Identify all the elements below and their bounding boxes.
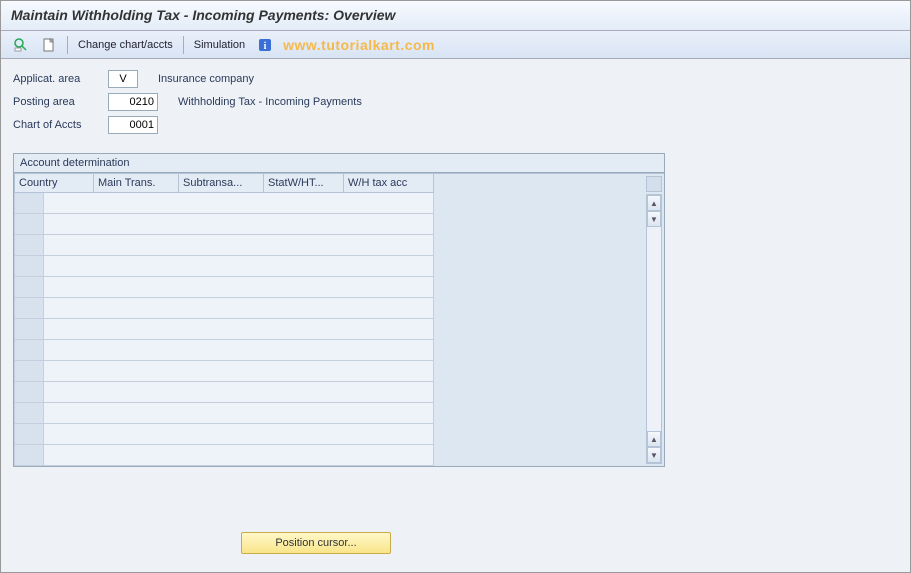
table-cell[interactable]	[44, 445, 434, 466]
row-selector[interactable]	[14, 256, 44, 277]
posting-area-label: Posting area	[13, 96, 108, 108]
table-cell[interactable]	[44, 382, 434, 403]
chart-accts-label: Chart of Accts	[13, 119, 108, 131]
table-header-row: CountryMain Trans.Subtransa...StatW/HT..…	[14, 173, 434, 193]
account-determination-panel: Account determination CountryMain Trans.…	[13, 153, 665, 467]
table-cell[interactable]	[44, 424, 434, 445]
info-icon-button[interactable]: i	[253, 35, 277, 55]
create-icon-button[interactable]	[37, 35, 61, 55]
table-row[interactable]	[14, 193, 434, 214]
table-row[interactable]	[14, 256, 434, 277]
chart-accts-input[interactable]	[108, 116, 158, 134]
table-row[interactable]	[14, 298, 434, 319]
svg-text:i: i	[264, 41, 267, 52]
applicat-area-input[interactable]	[108, 70, 138, 88]
triangle-down-icon: ▼	[650, 215, 658, 224]
table-row[interactable]	[14, 319, 434, 340]
table-row[interactable]	[14, 235, 434, 256]
simulation-button[interactable]: Simulation	[190, 35, 249, 55]
row-selector[interactable]	[14, 277, 44, 298]
row-selector[interactable]	[14, 445, 44, 466]
table-row[interactable]	[14, 214, 434, 235]
posting-area-input[interactable]	[108, 93, 158, 111]
table-cell[interactable]	[44, 214, 434, 235]
toolbar-separator	[67, 36, 68, 54]
column-header[interactable]: Main Trans.	[94, 173, 179, 193]
table-cell[interactable]	[44, 277, 434, 298]
table-cell[interactable]	[44, 319, 434, 340]
triangle-up-icon: ▲	[650, 199, 658, 208]
applicat-area-label: Applicat. area	[13, 73, 108, 85]
table-row[interactable]	[14, 403, 434, 424]
table-row[interactable]	[14, 445, 434, 466]
scroll-up-button[interactable]: ▲	[647, 195, 661, 211]
content-area: Applicat. area Insurance company Posting…	[1, 59, 910, 572]
row-selector[interactable]	[14, 235, 44, 256]
row-selector[interactable]	[14, 298, 44, 319]
details-icon-button[interactable]	[9, 35, 33, 55]
scroll-track	[647, 227, 661, 431]
table-area: CountryMain Trans.Subtransa...StatW/HT..…	[14, 173, 434, 466]
document-icon	[41, 37, 57, 53]
table-cell[interactable]	[44, 235, 434, 256]
column-header[interactable]: W/H tax acc	[344, 173, 434, 193]
triangle-down-icon: ▼	[650, 451, 658, 460]
table-cell[interactable]	[44, 340, 434, 361]
row-selector[interactable]	[14, 319, 44, 340]
scroll-down-button-bottom[interactable]: ▼	[647, 447, 661, 463]
column-header[interactable]: Country	[14, 173, 94, 193]
scroll-down-button[interactable]: ▼	[647, 211, 661, 227]
table-body	[14, 193, 434, 466]
table-cell[interactable]	[44, 298, 434, 319]
row-selector[interactable]	[14, 403, 44, 424]
toolbar: Change chart/accts Simulation i www.tuto…	[1, 31, 910, 59]
magnifier-icon	[13, 37, 29, 53]
row-selector[interactable]	[14, 361, 44, 382]
row-selector[interactable]	[14, 193, 44, 214]
row-selector[interactable]	[14, 340, 44, 361]
page-title: Maintain Withholding Tax - Incoming Paym…	[1, 1, 910, 31]
change-chart-button[interactable]: Change chart/accts	[74, 35, 177, 55]
table-filler: ▲ ▼ ▲ ▼	[434, 173, 664, 466]
scroll-up-button-bottom[interactable]: ▲	[647, 431, 661, 447]
position-cursor-button[interactable]: Position cursor...	[241, 532, 391, 554]
table-corner-box	[646, 176, 662, 192]
row-selector[interactable]	[14, 214, 44, 235]
table-row[interactable]	[14, 340, 434, 361]
table-cell[interactable]	[44, 361, 434, 382]
vertical-scrollbar[interactable]: ▲ ▼ ▲ ▼	[646, 194, 662, 464]
watermark-text: www.tutorialkart.com	[283, 37, 435, 53]
row-selector[interactable]	[14, 382, 44, 403]
table-cell[interactable]	[44, 256, 434, 277]
toolbar-separator	[183, 36, 184, 54]
triangle-up-icon: ▲	[650, 435, 658, 444]
table-row[interactable]	[14, 424, 434, 445]
panel-title: Account determination	[14, 154, 664, 173]
table-row[interactable]	[14, 382, 434, 403]
table-cell[interactable]	[44, 403, 434, 424]
table-row[interactable]	[14, 361, 434, 382]
applicat-area-desc: Insurance company	[158, 73, 254, 85]
table-row[interactable]	[14, 277, 434, 298]
column-header[interactable]: StatW/HT...	[264, 173, 344, 193]
table-cell[interactable]	[44, 193, 434, 214]
info-icon: i	[257, 37, 273, 53]
column-header[interactable]: Subtransa...	[179, 173, 264, 193]
row-selector[interactable]	[14, 424, 44, 445]
posting-area-desc: Withholding Tax - Incoming Payments	[178, 96, 362, 108]
